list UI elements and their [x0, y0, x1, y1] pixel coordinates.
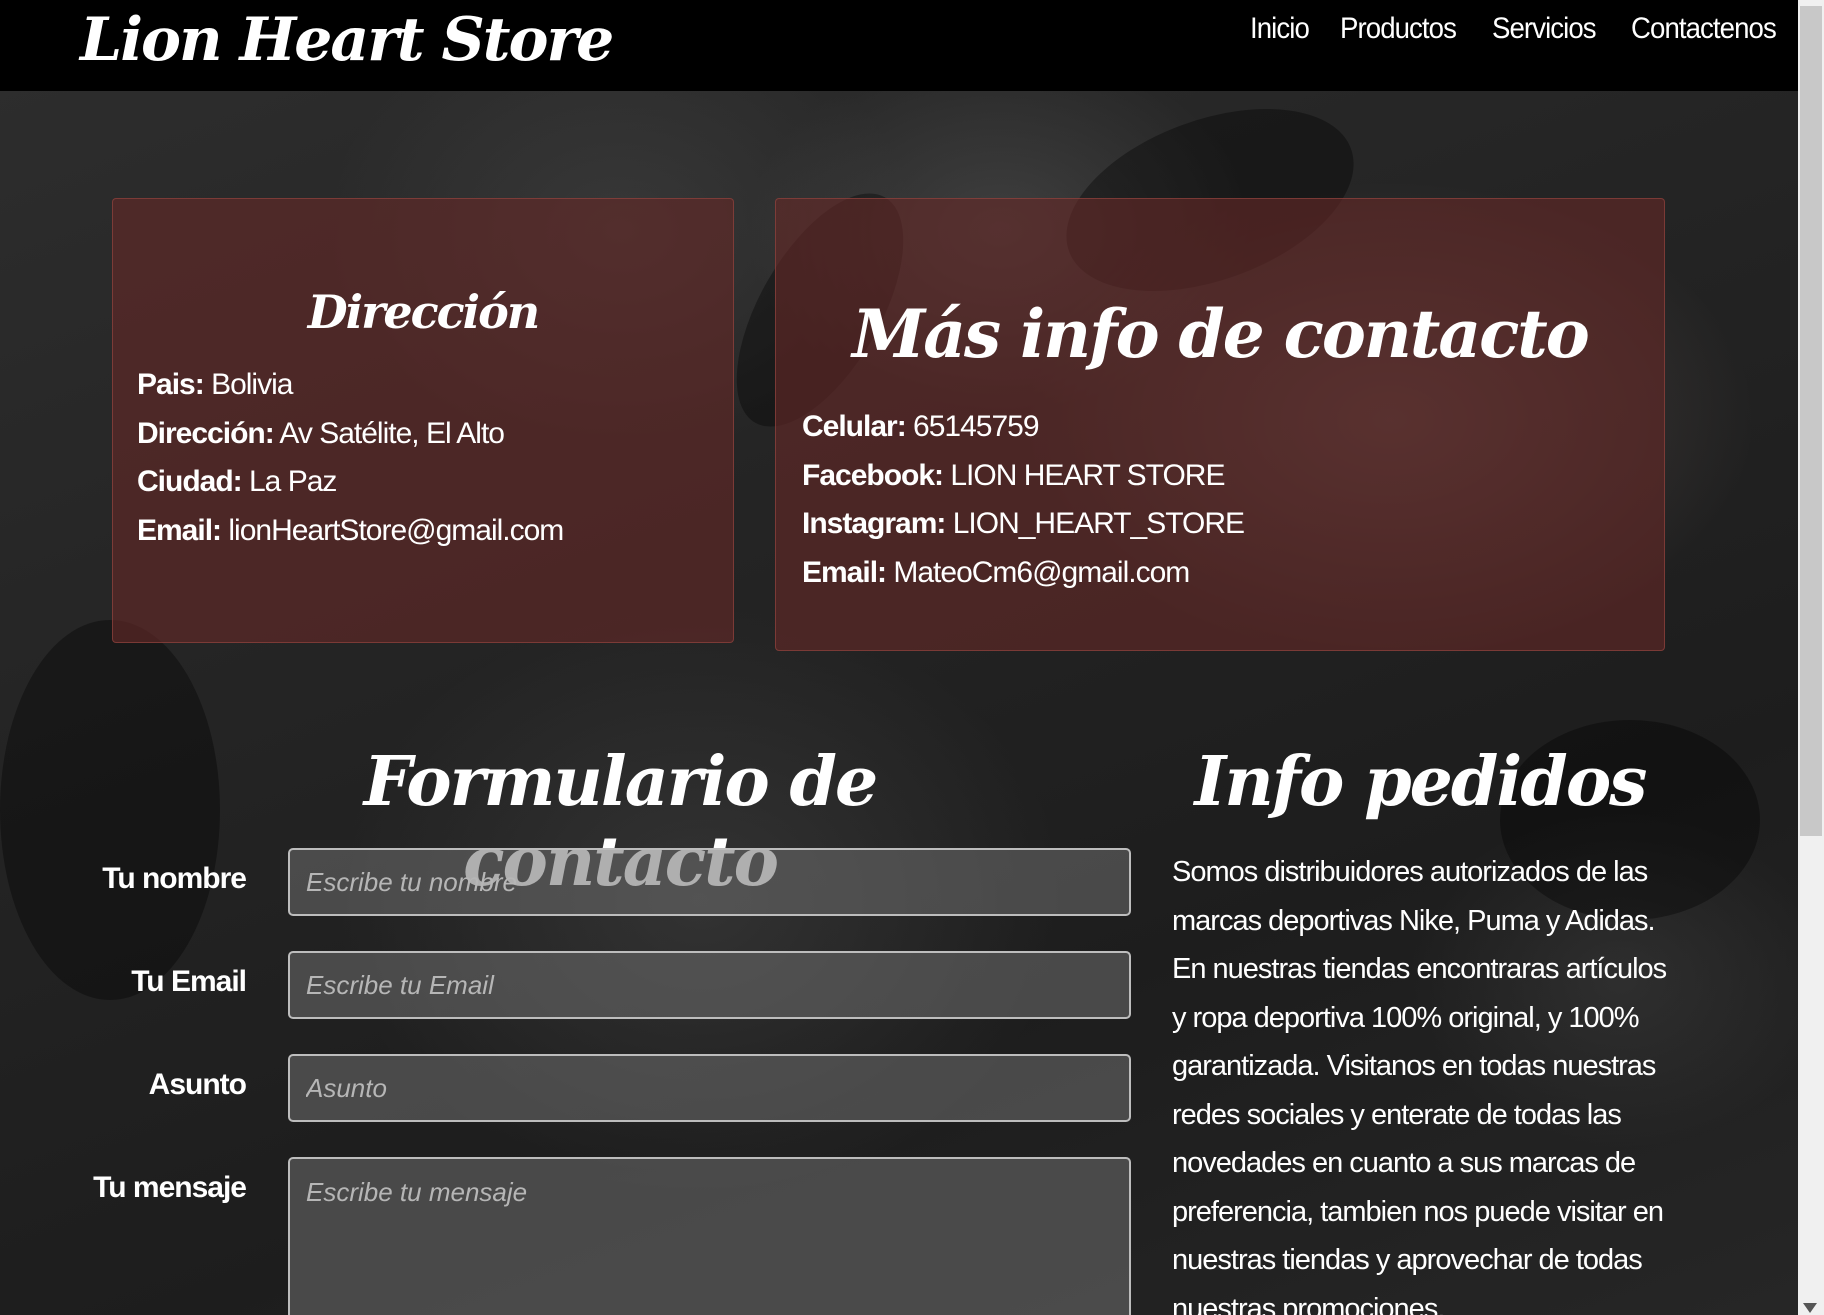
mas-info-row-email: Email: MateoCm6@gmail.com — [802, 549, 1664, 598]
nav-link-servicios[interactable]: Servicios — [1492, 12, 1597, 46]
form-row-asunto: Asunto — [90, 1054, 1135, 1126]
row-label: Celular: — [802, 410, 907, 443]
nav-links: Inicio Productos Servicios Contactenos — [1250, 12, 1788, 46]
row-value: LION_HEART_STORE — [952, 507, 1245, 540]
mas-info-row-facebook: Facebook: LION HEART STORE — [802, 452, 1664, 501]
row-value: Bolivia — [211, 368, 293, 401]
direccion-row-direccion: Dirección: Av Satélite, El Alto — [137, 410, 733, 459]
row-label: Email: — [802, 555, 887, 589]
direccion-row-ciudad: Ciudad: La Paz — [137, 458, 733, 507]
row-label: Facebook: — [802, 458, 944, 492]
row-value: La Paz — [249, 465, 337, 498]
scrollbar-thumb[interactable] — [1800, 6, 1822, 836]
row-value: LION HEART STORE — [950, 458, 1225, 492]
pedidos-title: Info pedidos — [1194, 742, 1648, 822]
row-label: Ciudad: — [137, 465, 243, 498]
form-row-nombre: Tu nombre — [90, 848, 1135, 920]
mas-info-card: Más info de contacto Celular: 65145759 F… — [775, 198, 1665, 651]
form-row-mensaje: Tu mensaje — [90, 1157, 1135, 1315]
navbar: Lion Heart Store Inicio Productos Servic… — [0, 0, 1798, 91]
nav-link-productos[interactable]: Productos — [1340, 12, 1457, 46]
direccion-card: Dirección Pais: Bolivia Dirección: Av Sa… — [112, 198, 734, 643]
row-value: Av Satélite, El Alto — [279, 416, 505, 450]
scroll-down-arrow-icon[interactable] — [1803, 1303, 1817, 1313]
mensaje-textarea[interactable] — [288, 1157, 1131, 1315]
nombre-input[interactable] — [288, 848, 1131, 916]
row-value: 65145759 — [913, 410, 1039, 443]
mensaje-label: Tu mensaje — [93, 1171, 247, 1204]
row-label: Instagram: — [802, 507, 946, 540]
row-value: MateoCm6@gmail.com — [893, 555, 1190, 589]
page-scrollbar[interactable] — [1798, 0, 1824, 1315]
nombre-label: Tu nombre — [102, 862, 247, 895]
direccion-list: Pais: Bolivia Dirección: Av Satélite, El… — [137, 361, 733, 555]
email-input[interactable] — [288, 951, 1131, 1019]
brand-logo[interactable]: Lion Heart Store — [80, 0, 614, 84]
direccion-row-email: Email: lionHeartStore@gmail.com — [137, 507, 733, 556]
asunto-input[interactable] — [288, 1054, 1131, 1122]
pedidos-text: Somos distribuidores autorizados de las … — [1172, 856, 1667, 1315]
row-label: Pais: — [137, 368, 205, 401]
mas-info-title: Más info de contacto — [852, 295, 1590, 373]
form-row-email: Tu Email — [90, 951, 1135, 1023]
row-label: Email: — [137, 513, 222, 547]
nav-link-inicio[interactable]: Inicio — [1250, 12, 1310, 46]
mas-info-list: Celular: 65145759 Facebook: LION HEART S… — [802, 403, 1664, 597]
row-value: lionHeartStore@gmail.com — [228, 513, 564, 547]
mas-info-row-celular: Celular: 65145759 — [802, 403, 1664, 452]
asunto-label: Asunto — [148, 1068, 247, 1101]
direccion-row-pais: Pais: Bolivia — [137, 361, 733, 410]
row-label: Dirección: — [137, 416, 275, 450]
email-label: Tu Email — [131, 965, 247, 998]
nav-link-contactenos[interactable]: Contactenos — [1631, 12, 1777, 46]
mas-info-row-instagram: Instagram: LION_HEART_STORE — [802, 500, 1664, 549]
direccion-title: Dirección — [307, 285, 541, 339]
